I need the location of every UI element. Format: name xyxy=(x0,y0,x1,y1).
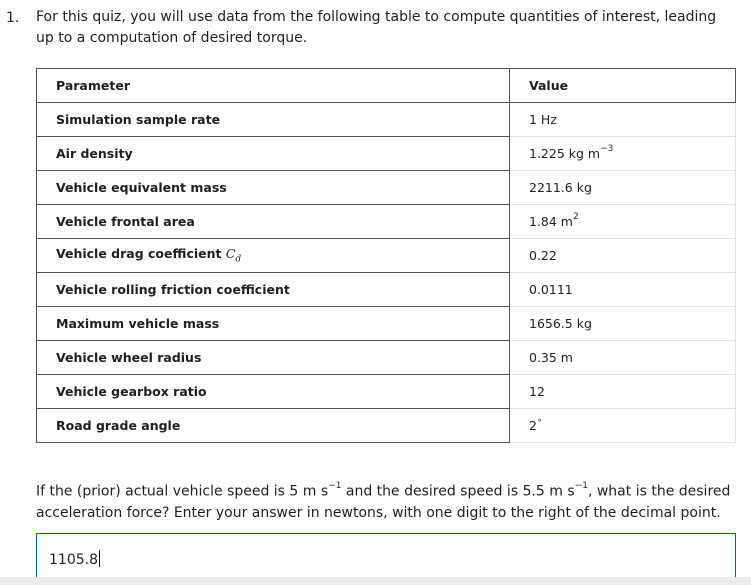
table-row: Vehicle gearbox ratio 12 xyxy=(36,374,736,409)
table-row: Road grade angle 2∘ xyxy=(36,408,736,443)
answer-value[interactable]: 1105.8 xyxy=(49,552,98,568)
degree-symbol: ∘ xyxy=(536,415,543,426)
param-name: Vehicle wheel radius xyxy=(36,340,510,375)
table-row: Vehicle rolling friction coefficient 0.0… xyxy=(36,272,736,307)
param-name: Vehicle frontal area xyxy=(36,204,510,239)
param-value: 2211.6 kg xyxy=(509,170,736,205)
param-value: 1 Hz xyxy=(509,102,736,137)
param-name-text: Vehicle drag coefficient xyxy=(56,246,226,262)
parameter-table: Parameter Value Simulation sample rate 1… xyxy=(36,68,736,443)
drag-coefficient-symbol: Cd xyxy=(225,246,241,265)
header-value: Value xyxy=(509,68,736,103)
prompt-exponent: −1 xyxy=(574,481,588,491)
prompt-exponent: −1 xyxy=(328,481,342,491)
param-value: 1656.5 kg xyxy=(509,306,736,341)
table-row: Air density 1.225 kg m−3 xyxy=(36,136,736,171)
param-value: 2∘ xyxy=(509,408,736,443)
prompt-text: and the desired speed is 5.5 m s xyxy=(341,483,575,500)
page-bottom-divider xyxy=(0,577,751,585)
param-name: Air density xyxy=(36,136,510,171)
param-name: Road grade angle xyxy=(36,408,510,443)
param-value: 0.0111 xyxy=(509,272,736,307)
param-name: Vehicle rolling friction coefficient xyxy=(36,272,510,307)
question-intro: For this quiz, you will use data from th… xyxy=(36,9,717,46)
param-name: Vehicle gearbox ratio xyxy=(36,374,510,409)
param-value: 12 xyxy=(509,374,736,409)
param-name: Vehicle equivalent mass xyxy=(36,170,510,205)
symbol-letter: C xyxy=(225,246,236,262)
param-value: 0.35 m xyxy=(509,340,736,375)
text-caret xyxy=(99,550,100,567)
table-row: Vehicle equivalent mass 2211.6 kg xyxy=(36,170,736,205)
table-header-row: Parameter Value xyxy=(36,68,736,103)
table-row: Maximum vehicle mass 1656.5 kg xyxy=(36,306,736,341)
param-value: 1.84 m2 xyxy=(509,204,736,239)
value-exponent: 2 xyxy=(572,211,579,222)
symbol-subscript: d xyxy=(235,254,242,265)
param-name: Simulation sample rate xyxy=(36,102,510,137)
table-row: Vehicle wheel radius 0.35 m xyxy=(36,340,736,375)
value-exponent: −3 xyxy=(600,143,614,154)
value-text: 1.225 kg m xyxy=(529,146,601,162)
table-row: Simulation sample rate 1 Hz xyxy=(36,102,736,137)
question-number: 1. xyxy=(6,10,20,26)
param-value: 0.22 xyxy=(509,238,736,273)
answer-input[interactable]: 1105.8 xyxy=(36,533,736,583)
table-row: Vehicle drag coefficient Cd 0.22 xyxy=(36,238,736,273)
question-prompt: If the (prior) actual vehicle speed is 5… xyxy=(36,478,736,524)
table-row: Vehicle frontal area 1.84 m2 xyxy=(36,204,736,239)
prompt-text: If the (prior) actual vehicle speed is 5… xyxy=(36,483,329,500)
param-name: Vehicle drag coefficient Cd xyxy=(36,238,510,273)
value-text: 2 xyxy=(529,418,537,434)
param-name: Maximum vehicle mass xyxy=(36,306,510,341)
answer-value-container[interactable]: 1105.8 xyxy=(49,550,100,569)
header-parameter: Parameter xyxy=(36,68,510,103)
param-value: 1.225 kg m−3 xyxy=(509,136,736,171)
value-text: 1.84 m xyxy=(529,214,573,230)
